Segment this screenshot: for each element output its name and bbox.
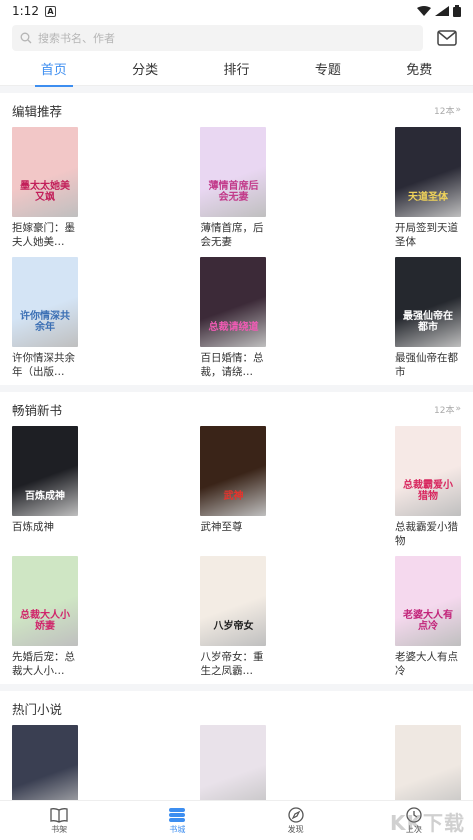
cover-title: 墨太太她美又飒	[20, 181, 70, 203]
section-count: 12本	[434, 405, 455, 416]
book-cover: 最强仙帝在都市	[395, 257, 461, 347]
nav-discover[interactable]: 发现	[287, 806, 305, 835]
book-title: 拒嫁豪门：墨夫人她美…	[12, 222, 75, 248]
cover-title: 最强仙帝在都市	[403, 311, 453, 333]
book-card[interactable]: 武神武神至尊	[200, 426, 272, 548]
cover-title: 百炼成神	[25, 490, 65, 502]
book-cover: 武神	[200, 426, 267, 516]
chevron-right-icon: »	[455, 105, 461, 115]
book-card[interactable]: 总裁霸爱小猎物 总裁霸爱小猎物	[395, 426, 467, 548]
tab-topics[interactable]: 专题	[309, 53, 347, 84]
book-card[interactable]: 百炼成神 百炼成神	[12, 426, 84, 548]
book-grid: 墨太太她美又飒 拒嫁豪门：墨夫人她美… 薄情首席后会无妻 薄情首席，后会无妻 天道圣体开…	[12, 127, 461, 379]
book-card[interactable]: 最强仙帝在都市 最强仙帝在都市	[395, 257, 467, 379]
signal-icon	[435, 6, 449, 16]
notification-icon: A	[44, 5, 56, 17]
cover-title: 总裁霸爱小猎物	[403, 480, 453, 502]
tab-category[interactable]: 分类	[126, 53, 164, 84]
cover-title: 老婆大人有点冷	[403, 610, 453, 632]
book-card[interactable]: 薄情首席后会无妻薄情首席，后会无妻	[200, 127, 272, 249]
book-card[interactable]: 总裁大人小娇妻先婚后宠：总裁大人小…	[12, 556, 84, 678]
book-title: 开局签到天道圣体	[395, 222, 458, 248]
section-title: 编辑推荐	[12, 103, 63, 119]
cover-title: 许你情深共余年	[20, 311, 70, 333]
book-cover: 薄情首席后会无妻	[200, 127, 267, 217]
section-count: 12本	[434, 106, 455, 117]
battery-icon	[453, 5, 461, 17]
wifi-icon	[417, 6, 431, 16]
section-title: 热门小说	[12, 701, 63, 717]
section-header: 热门小说	[12, 691, 461, 725]
nav-bookshelf[interactable]: 书架	[50, 807, 68, 835]
book-title: 八岁帝女：重生之凤霸…	[200, 651, 264, 677]
cover-title: 总裁请绕道	[208, 321, 259, 333]
book-title: 百炼成神	[12, 521, 54, 533]
nav-label: 书架	[51, 824, 68, 834]
cover-title: 总裁大人小娇妻	[20, 610, 70, 632]
book-section: 热门小说	[0, 691, 473, 815]
divider	[0, 385, 473, 392]
section-title: 畅销新书	[12, 402, 63, 418]
book-card[interactable]: 许你情深共余年许你情深共余年（出版…	[12, 257, 84, 379]
mail-icon	[437, 30, 457, 46]
book-card[interactable]: 墨太太她美又飒拒嫁豪门：墨夫人她美…	[12, 127, 84, 249]
top-tabs: 首页 分类 排行 专题 免费	[0, 52, 473, 87]
book-cover: 天道圣体	[395, 127, 461, 217]
book-cover: 百炼成神	[12, 426, 78, 516]
nav-store[interactable]: 书城	[168, 807, 186, 835]
message-button[interactable]	[433, 25, 461, 51]
cover-title: 八岁帝女	[213, 620, 254, 632]
section-more[interactable]: 12本»	[434, 104, 461, 117]
book-title: 武神至尊	[200, 521, 243, 533]
section-header: 畅销新书 12本»	[12, 392, 461, 426]
book-cover: 八岁帝女	[200, 556, 267, 646]
book-cover: 老婆大人有点冷	[395, 556, 461, 646]
book-card[interactable]: 总裁请绕道百日婚情：总裁，请绕…	[200, 257, 272, 379]
status-time: 1:12	[12, 4, 39, 18]
divider	[0, 86, 473, 93]
book-cover: 总裁请绕道	[200, 257, 267, 347]
cover-title: 武神	[223, 490, 244, 502]
tab-home[interactable]: 首页	[34, 53, 73, 87]
tab-ranking[interactable]: 排行	[217, 53, 255, 84]
tab-free[interactable]: 免费	[400, 53, 438, 84]
store-icon	[169, 807, 186, 822]
book-cover: 许你情深共余年	[12, 257, 78, 347]
divider	[0, 684, 473, 691]
chevron-right-icon: »	[455, 404, 461, 414]
book-icon	[50, 807, 68, 823]
nav-label: 书城	[169, 824, 186, 834]
book-title: 许你情深共余年（出版…	[12, 352, 75, 378]
book-section: 畅销新书 12本» 百炼成神 百炼成神 武神 武神至尊 总裁霸爱小猎物 总裁霸爱小猎物 总裁大人…	[0, 392, 473, 678]
book-title: 最强仙帝在都市	[395, 352, 458, 378]
section-header: 编辑推荐 12本»	[12, 93, 461, 127]
book-cover: 墨太太她美又飒	[12, 127, 78, 217]
book-card[interactable]: 天道圣体开局签到天道圣体	[395, 127, 467, 249]
book-cover: 总裁大人小娇妻	[12, 556, 78, 646]
nav-label: 发现	[287, 824, 304, 834]
compass-icon	[287, 806, 304, 823]
book-title: 百日婚情：总裁，请绕…	[200, 352, 264, 378]
book-section: 编辑推荐 12本» 墨太太她美又飒拒嫁豪门：墨夫人她美… 薄情首席后会无妻薄情首席，后…	[0, 93, 473, 379]
book-card[interactable]: 八岁帝女八岁帝女：重生之凤霸…	[200, 556, 272, 678]
book-title: 薄情首席，后会无妻	[200, 222, 264, 248]
watermark: KK下载	[390, 811, 465, 835]
book-card[interactable]: 老婆大人有点冷 老婆大人有点冷	[395, 556, 467, 678]
book-cover: 总裁霸爱小猎物	[395, 426, 461, 516]
cover-title: 天道圣体	[408, 191, 448, 203]
book-grid: 百炼成神 百炼成神 武神 武神至尊 总裁霸爱小猎物 总裁霸爱小猎物 总裁大人小娇妻 先婚后宠：…	[12, 426, 461, 678]
search-placeholder: 搜索书名、作者	[38, 32, 115, 45]
book-title: 总裁霸爱小猎物	[395, 521, 458, 547]
cover-title: 薄情首席后会无妻	[208, 181, 259, 203]
section-more[interactable]: 12本»	[434, 403, 461, 416]
book-title: 先婚后宠：总裁大人小…	[12, 651, 75, 677]
search-input[interactable]: 搜索书名、作者	[12, 25, 423, 51]
status-bar: 1:12 A	[0, 0, 473, 22]
book-title: 老婆大人有点冷	[395, 651, 458, 677]
search-icon	[20, 32, 32, 44]
